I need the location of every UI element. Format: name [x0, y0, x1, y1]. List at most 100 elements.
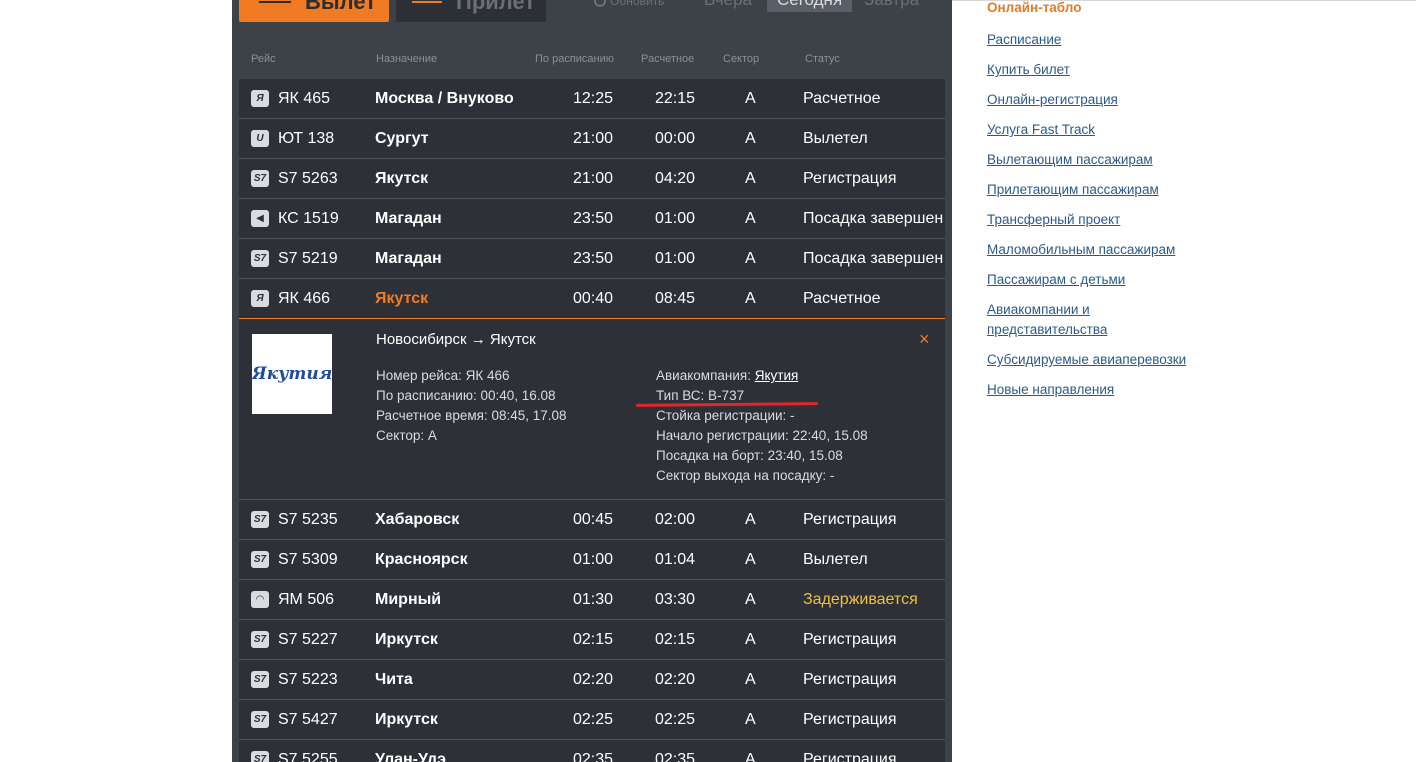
status: Регистрация: [803, 711, 897, 728]
airline-logo-icon: S7: [251, 170, 269, 187]
detail-gate-sector: Сектор выхода на посадку: -: [656, 468, 835, 483]
detail-airline: Авиакомпания: Якутия: [656, 366, 868, 386]
airline-logo-icon: S7: [251, 551, 269, 568]
board-toolbar: Вылет Прилет Обновить Вчера Сегодня Завт…: [232, 0, 952, 40]
destination: Чита: [375, 671, 413, 688]
flight-number: S7 5219: [278, 250, 338, 267]
sidebar-link[interactable]: Вылетающим пассажирам: [987, 150, 1153, 170]
refresh-button[interactable]: Обновить: [594, 0, 664, 8]
menu-icon: [259, 1, 291, 3]
detail-scheduled: По расписанию: 00:40, 16.08: [376, 388, 556, 403]
airline-logo-icon: S7: [251, 671, 269, 688]
detail-estimated: Расчетное время: 08:45, 17.08: [376, 408, 567, 423]
estimated-time: 01:00: [655, 210, 696, 227]
table-row[interactable]: S7 S7 5227 Иркутск 02:15 02:15 A Регистрация: [239, 620, 945, 660]
status: Регистрация: [803, 511, 897, 528]
detail-boarding: Посадка на борт: 23:40, 15.08: [656, 448, 843, 463]
day-today[interactable]: Сегодня: [767, 0, 853, 12]
destination: Магадан: [375, 210, 442, 227]
sidebar-link[interactable]: Купить билет: [987, 60, 1070, 80]
flight-number: S7 5255: [278, 751, 338, 762]
table-row-selected[interactable]: Я ЯК 466 Якутск 00:40 08:45 A Расчетное: [239, 279, 945, 319]
flight-number: S7 5309: [278, 551, 338, 568]
arrival-tab[interactable]: Прилет: [396, 0, 546, 22]
status: Регистрация: [803, 631, 897, 648]
scheduled-time: 23:50: [573, 250, 614, 267]
day-yesterday[interactable]: Вчера: [704, 0, 752, 10]
table-row[interactable]: S7 S7 5235 Хабаровск 00:45 02:00 A Регистрация: [239, 500, 945, 540]
sidebar-item-online-board[interactable]: Онлайн-табло: [987, 0, 1081, 15]
detail-right-column: Авиакомпания: Якутия Тип ВС: B-737 Стойк…: [656, 366, 868, 486]
departure-tab-label: Вылет: [305, 0, 377, 14]
sidebar-link[interactable]: Авиакомпании и: [987, 300, 1090, 320]
estimated-time: 22:15: [655, 90, 696, 107]
airline-link[interactable]: Якутия: [755, 368, 799, 383]
detail-left-column: Номер рейса: ЯК 466 По расписанию: 00:40…: [376, 366, 567, 446]
table-row[interactable]: S7 S7 5309 Красноярск 01:00 01:04 A Вылетел: [239, 540, 945, 580]
sector: A: [745, 751, 756, 762]
table-row[interactable]: S7 S7 5427 Иркутск 02:25 02:25 A Регистрация: [239, 700, 945, 740]
sidebar-link[interactable]: Онлайн-регистрация: [987, 90, 1118, 110]
sector: A: [745, 591, 756, 608]
estimated-time: 02:35: [655, 751, 696, 762]
refresh-icon: [594, 0, 606, 7]
sector: A: [745, 671, 756, 688]
detail-flight-number: Номер рейса: ЯК 466: [376, 368, 510, 383]
destination: Красноярск: [375, 551, 468, 568]
sector: A: [745, 290, 756, 307]
col-header-estimated[interactable]: Расчетное: [641, 53, 694, 65]
close-icon[interactable]: ×: [919, 329, 930, 350]
scheduled-time: 21:00: [573, 130, 614, 147]
flight-number: ЯМ 506: [278, 591, 335, 608]
table-row[interactable]: S7 S7 5223 Чита 02:20 02:20 A Регистрация: [239, 660, 945, 700]
arrival-tab-label: Прилет: [456, 0, 536, 14]
airline-logo-icon: Я: [251, 90, 269, 107]
flight-number: S7 5263: [278, 170, 338, 187]
destination: Мирный: [375, 591, 442, 608]
table-row[interactable]: U ЮТ 138 Сургут 21:00 00:00 A Вылетел: [239, 119, 945, 159]
flight-number: ЯК 466: [278, 290, 331, 307]
status: Вылетел: [803, 551, 868, 568]
col-header-flight[interactable]: Рейс: [251, 53, 276, 65]
status: Расчетное: [803, 90, 881, 107]
day-tomorrow[interactable]: Завтра: [864, 0, 919, 10]
estimated-time: 02:25: [655, 711, 696, 728]
airline-logo-icon: U: [251, 130, 269, 147]
sidebar-link[interactable]: Субсидируемые авиаперевозки: [987, 350, 1186, 370]
sidebar-link[interactable]: Прилетающим пассажирам: [987, 180, 1159, 200]
col-header-scheduled[interactable]: По расписанию: [535, 53, 614, 65]
airline-logo-icon: Я: [251, 290, 269, 307]
table-row[interactable]: ◠ ЯМ 506 Мирный 01:30 03:30 A Задерживается: [239, 580, 945, 620]
airline-logo-icon: S7: [251, 631, 269, 648]
destination: Иркутск: [375, 711, 438, 728]
sidebar-link[interactable]: Новые направления: [987, 380, 1114, 400]
flight-number: S7 5235: [278, 511, 338, 528]
col-header-status[interactable]: Статус: [805, 53, 840, 65]
col-header-sector[interactable]: Сектор: [723, 53, 759, 65]
estimated-time: 04:20: [655, 170, 696, 187]
sector: A: [745, 250, 756, 267]
departure-tab[interactable]: Вылет: [239, 0, 389, 22]
table-row[interactable]: S7 S7 5219 Магадан 23:50 01:00 A Посадка завер…: [239, 239, 945, 279]
table-row[interactable]: S7 S7 5255 Улан-Удэ 02:35 02:35 A Регистрация: [239, 740, 945, 762]
sidebar-link[interactable]: Маломобильным пассажирам: [987, 240, 1175, 260]
col-header-destination[interactable]: Назначение: [376, 53, 437, 65]
status: Расчетное: [803, 290, 881, 307]
table-row[interactable]: Я ЯК 465 Москва / Внуково 12:25 22:15 A Расчет…: [239, 79, 945, 119]
sidebar-link[interactable]: Пассажирам с детьми: [987, 270, 1125, 290]
destination: Хабаровск: [375, 511, 460, 528]
estimated-time: 00:00: [655, 130, 696, 147]
status: Регистрация: [803, 751, 897, 762]
sidebar-link[interactable]: Услуга Fast Track: [987, 120, 1095, 140]
estimated-time: 03:30: [655, 591, 696, 608]
detail-sector: Сектор: A: [376, 428, 437, 443]
table-row[interactable]: S7 S7 5263 Якутск 21:00 04:20 A Регистрация: [239, 159, 945, 199]
sidebar-link[interactable]: Расписание: [987, 30, 1061, 50]
sidebar-link[interactable]: Трансферный проект: [987, 210, 1120, 230]
sidebar-link[interactable]: представительства: [987, 320, 1107, 340]
table-row[interactable]: ◀ КС 1519 Магадан 23:50 01:00 A Посадка заверш…: [239, 199, 945, 239]
destination: Сургут: [375, 130, 429, 147]
scheduled-time: 01:30: [573, 591, 614, 608]
sector: A: [745, 631, 756, 648]
destination: Якутск: [375, 290, 429, 307]
